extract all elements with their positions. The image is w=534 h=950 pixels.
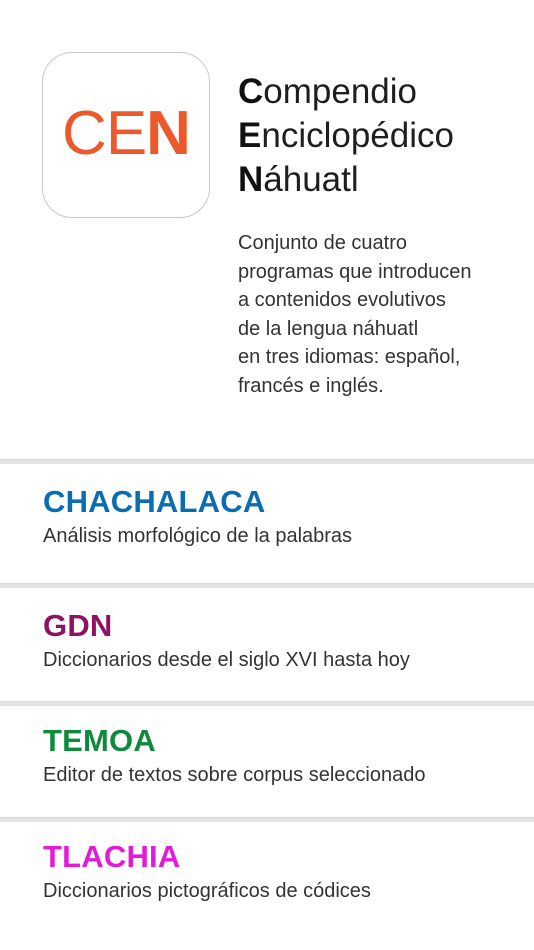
title-initial: N [238,160,264,199]
app-logo-letter-n: N [146,99,191,168]
program-item-chachalaca[interactable]: CHACHALACA Análisis morfológico de la pa… [0,464,534,583]
program-list: CHACHALACA Análisis morfológico de la pa… [0,459,534,932]
title-initial: C [238,72,264,111]
app-description: Conjunto de cuatro programas que introdu… [238,229,528,401]
description-line: programas que introducen [238,260,472,283]
program-item-tlachia[interactable]: TLACHIA Diccionarios pictográficos de có… [0,822,534,932]
app-logo-text: CEN [62,103,191,165]
app-title: Compendio Enciclopédico Náhuatl [238,70,454,202]
program-item-temoa[interactable]: TEMOA Editor de textos sobre corpus sele… [0,706,534,817]
program-name: CHACHALACA [43,484,266,519]
description-line: Conjunto de cuatro [238,232,408,254]
title-rest: áhuatl [263,160,359,199]
title-rest: nciclopédico [261,116,454,155]
app-screen: CEN Compendio Enciclopédico Náhuatl Conj… [0,0,534,950]
app-title-line-2: Enciclopédico [238,114,454,158]
title-rest: ompendio [263,72,418,111]
program-description: Diccionarios desde el siglo XVI hasta ho… [43,649,410,671]
app-logo: CEN [42,52,210,218]
program-name: TLACHIA [43,839,181,874]
description-line: francés e inglés. [238,374,384,397]
program-description: Diccionarios pictográficos de códices [43,880,371,902]
app-logo-letter-e: E [105,99,147,168]
description-line: en tres idiomas: español, [238,346,461,369]
app-title-line-3: Náhuatl [238,158,454,202]
description-line: a contenidos evolutivos [238,289,446,312]
title-initial: E [238,116,262,155]
app-title-line-1: Compendio [238,70,454,114]
program-description: Análisis morfológico de la palabras [43,525,353,547]
program-item-gdn[interactable]: GDN Diccionarios desde el siglo XVI hast… [0,588,534,701]
description-line: de la lengua náhuatl [238,317,419,340]
app-logo-letter-c: C [62,99,107,168]
program-description: Editor de textos sobre corpus selecciona… [43,764,426,786]
program-name: TEMOA [43,723,156,758]
program-name: GDN [43,608,113,643]
